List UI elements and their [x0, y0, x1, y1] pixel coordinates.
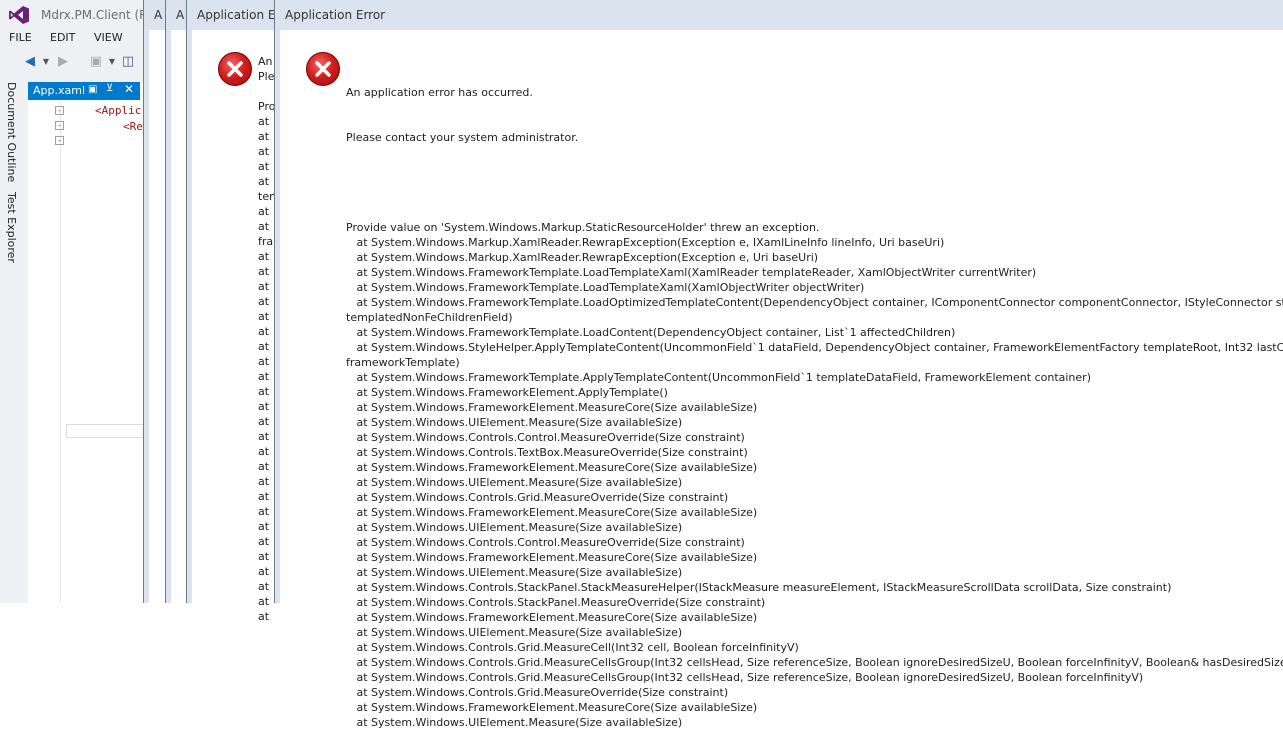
- code-line: <Applic: [95, 104, 142, 117]
- stack-trace-line: at System.Windows.Controls.StackPanel.Me…: [346, 596, 766, 609]
- stack-trace-line: at System.Windows.FrameworkElement.Measu…: [346, 611, 758, 624]
- visual-studio-logo-icon: [8, 5, 30, 25]
- stack-trace-line: at System.Windows.UIElement.Measure(Size…: [346, 476, 683, 489]
- stack-trace-line: at System.Windows.Controls.Grid.MeasureO…: [346, 491, 729, 504]
- collapse-icon[interactable]: -: [55, 106, 64, 115]
- stack-trace-line: at System.Windows.FrameworkElement.Measu…: [346, 701, 758, 714]
- vs-title-bar: Mdrx.PM.Client (Ru: [0, 0, 160, 30]
- stack-trace-line: at System.Windows.StyleHelper.ApplyTempl…: [346, 341, 1283, 354]
- back-dropdown-icon[interactable]: ▼: [38, 54, 54, 70]
- stack-trace-line: at System.Windows.FrameworkElement.Measu…: [346, 506, 758, 519]
- stack-trace-line: at System.Windows.FrameworkElement.Measu…: [346, 401, 758, 414]
- error-message: An application error has occurred. Pleas…: [346, 55, 1283, 745]
- stack-trace-line: templatedNonFeChildrenField): [346, 311, 513, 324]
- code-line: <Re: [123, 120, 143, 133]
- stack-trace-line: at System.Windows.Controls.Control.Measu…: [346, 431, 745, 444]
- collapse-icon[interactable]: -: [55, 136, 64, 145]
- tab-test-explorer[interactable]: Test Explorer: [5, 192, 18, 263]
- stack-trace-line: at System.Windows.FrameworkTemplate.Load…: [346, 266, 1037, 279]
- code-gutter: [46, 102, 61, 603]
- close-icon[interactable]: ✕: [124, 82, 134, 96]
- stack-trace-line: at System.Windows.UIElement.Measure(Size…: [346, 716, 683, 729]
- save-all-icon[interactable]: ◫: [120, 54, 136, 70]
- dialog-title: A: [176, 8, 185, 22]
- vs-toolbar: ◀ ▼ ▶ ▣ ▼ ◫: [0, 50, 160, 74]
- dialog-title: A: [154, 8, 163, 22]
- stack-trace-line: at System.Windows.Controls.Grid.MeasureC…: [346, 671, 1144, 684]
- stack-trace-line: at System.Windows.Controls.Grid.MeasureC…: [346, 656, 1283, 669]
- stack-trace-line: at System.Windows.FrameworkTemplate.Appl…: [346, 371, 1091, 384]
- pin-icon[interactable]: ⊻: [106, 83, 113, 94]
- tab-app-xaml[interactable]: App.xaml ▣ ⊻ ✕: [28, 82, 140, 100]
- stack-trace-line: at System.Windows.Controls.Control.Measu…: [346, 536, 745, 549]
- vs-side-tool-tabs: Document Outline Test Explorer: [0, 80, 24, 603]
- partial-text-line: at: [258, 610, 270, 623]
- error-icon: [218, 52, 252, 86]
- stack-trace-line: at System.Windows.FrameworkElement.Measu…: [346, 461, 758, 474]
- stack-trace-line: at System.Windows.UIElement.Measure(Size…: [346, 416, 683, 429]
- menu-view[interactable]: VIEW: [94, 31, 123, 44]
- visual-studio-window: Mdrx.PM.Client (Ru FILE EDIT VIEW ◀ ▼ ▶ …: [0, 0, 160, 603]
- stack-trace: Provide value on 'System.Windows.Markup.…: [346, 220, 1283, 730]
- stack-trace-line: at System.Windows.Controls.TextBox.Measu…: [346, 446, 748, 459]
- vs-document-area: App.xaml ▣ ⊻ ✕ - - - <Applic <Re: [28, 82, 160, 603]
- stack-trace-line: at System.Windows.Markup.XamlReader.Rewr…: [346, 251, 819, 264]
- dialog-title: Application Error: [285, 8, 386, 22]
- navigate-back-icon[interactable]: ◀: [22, 54, 38, 70]
- stack-trace-line: at System.Windows.Markup.XamlReader.Rewr…: [346, 236, 945, 249]
- lock-icon: ▣: [88, 84, 98, 95]
- stack-trace-line: Provide value on 'System.Windows.Markup.…: [346, 221, 820, 234]
- stack-trace-line: at System.Windows.FrameworkTemplate.Load…: [346, 296, 1283, 309]
- error-icon: [306, 52, 340, 86]
- dialog-title-bar: Application Error: [275, 0, 1283, 30]
- new-project-dropdown-icon[interactable]: ▼: [104, 54, 120, 70]
- navigate-forward-icon[interactable]: ▶: [55, 54, 71, 70]
- tab-app-xaml-label: App.xaml: [33, 84, 86, 97]
- stack-trace-line: at System.Windows.Controls.StackPanel.St…: [346, 581, 1172, 594]
- menu-edit[interactable]: EDIT: [50, 31, 75, 44]
- stack-trace-line: at System.Windows.UIElement.Measure(Size…: [346, 521, 683, 534]
- collapse-icon[interactable]: -: [55, 121, 64, 130]
- stack-trace-line: frameworkTemplate): [346, 356, 460, 369]
- horizontal-scrollbar[interactable]: [66, 424, 148, 438]
- stack-trace-line: at System.Windows.FrameworkElement.Apply…: [346, 386, 668, 399]
- stack-trace-line: at System.Windows.FrameworkTemplate.Load…: [346, 326, 956, 339]
- vs-window-title: Mdrx.PM.Client (Ru: [41, 8, 155, 22]
- tab-document-outline[interactable]: Document Outline: [5, 82, 18, 182]
- new-project-icon[interactable]: ▣: [88, 54, 104, 70]
- stack-trace-line: at System.Windows.FrameworkTemplate.Load…: [346, 281, 865, 294]
- error-header-line: An application error has occurred.: [346, 86, 533, 99]
- stack-trace-line: at System.Windows.UIElement.Measure(Size…: [346, 566, 683, 579]
- stack-trace-line: at System.Windows.UIElement.Measure(Size…: [346, 626, 683, 639]
- error-header-line: Please contact your system administrator…: [346, 131, 579, 144]
- stack-trace-line: at System.Windows.Controls.Grid.MeasureO…: [346, 686, 729, 699]
- dialog-title: Application Err: [197, 8, 286, 22]
- menu-file[interactable]: FILE: [9, 31, 32, 44]
- stack-trace-line: at System.Windows.Controls.Grid.MeasureC…: [346, 641, 799, 654]
- stack-trace-line: at System.Windows.FrameworkElement.Measu…: [346, 551, 758, 564]
